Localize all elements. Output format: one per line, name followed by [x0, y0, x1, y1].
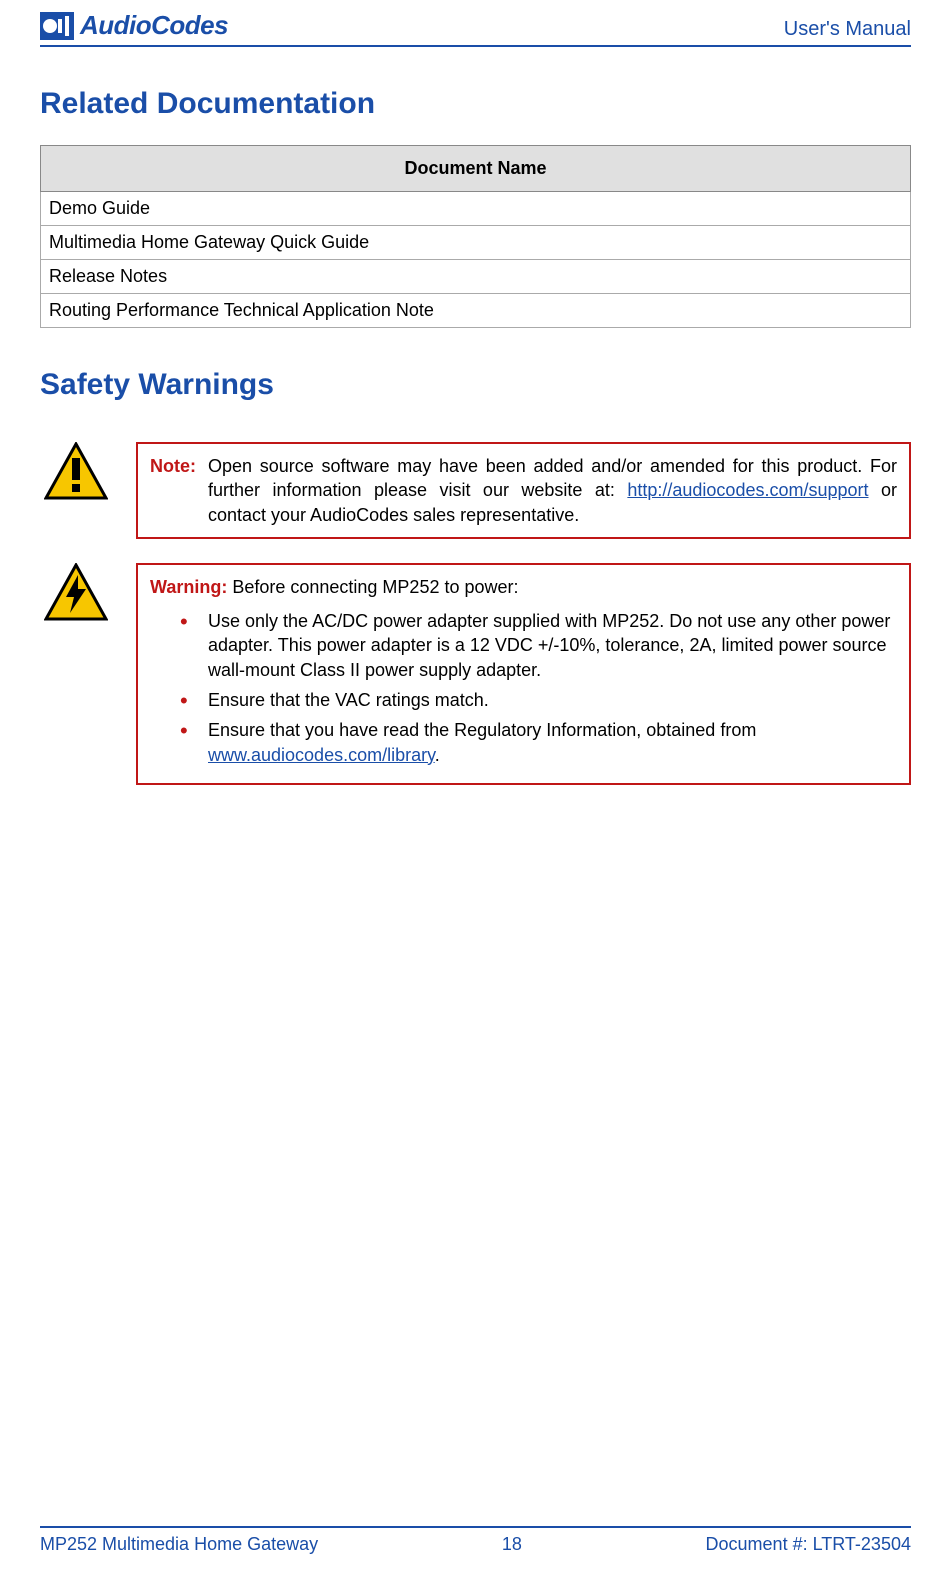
bullet3-after: . — [435, 745, 440, 765]
note-label: Note: — [150, 454, 208, 527]
bullet3-link[interactable]: www.audiocodes.com/library — [208, 745, 435, 765]
warning-intro: Before connecting MP252 to power: — [227, 577, 518, 597]
footer-right: Document #: LTRT-23504 — [706, 1534, 911, 1555]
warning-bullet-list: Use only the AC/DC power adapter supplie… — [180, 609, 897, 767]
table-cell: Release Notes — [41, 260, 911, 294]
heading-safety-warnings: Safety Warnings — [40, 368, 911, 402]
page-content: AudioCodes User's Manual Related Documen… — [0, 0, 951, 785]
warning-callout: Warning: Before connecting MP252 to powe… — [40, 563, 911, 785]
header-right-text: User's Manual — [784, 18, 911, 41]
list-item: Ensure that the VAC ratings match. — [180, 688, 897, 712]
table-row: Release Notes — [41, 260, 911, 294]
warning-box: Warning: Before connecting MP252 to powe… — [136, 563, 911, 785]
page-footer: MP252 Multimedia Home Gateway 18 Documen… — [40, 1526, 911, 1555]
bullet3-before: Ensure that you have read the Regulatory… — [208, 720, 756, 740]
footer-page-number: 18 — [502, 1534, 522, 1555]
note-link[interactable]: http://audiocodes.com/support — [627, 480, 868, 500]
footer-left: MP252 Multimedia Home Gateway — [40, 1534, 318, 1555]
note-box: Note: Open source software may have been… — [136, 442, 911, 539]
table-row: Demo Guide — [41, 192, 911, 226]
note-callout: Note: Open source software may have been… — [40, 442, 911, 539]
list-item: Ensure that you have read the Regulatory… — [180, 718, 897, 767]
note-text: Open source software may have been added… — [208, 454, 897, 527]
warning-intro-line: Warning: Before connecting MP252 to powe… — [150, 575, 897, 599]
warning-label: Warning: — [150, 577, 227, 597]
related-documents-table: Document Name Demo Guide Multimedia Home… — [40, 145, 911, 328]
audiocodes-mark-icon — [40, 12, 74, 40]
brand-logo: AudioCodes — [40, 10, 228, 41]
list-item: Use only the AC/DC power adapter supplie… — [180, 609, 897, 682]
heading-related-documentation: Related Documentation — [40, 87, 911, 121]
table-cell: Demo Guide — [41, 192, 911, 226]
electric-shock-icon — [40, 563, 112, 621]
table-row: Routing Performance Technical Applicatio… — [41, 294, 911, 328]
warning-triangle-icon — [40, 442, 112, 500]
table-header: Document Name — [41, 146, 911, 192]
table-cell: Routing Performance Technical Applicatio… — [41, 294, 911, 328]
page-header: AudioCodes User's Manual — [40, 10, 911, 47]
table-row: Multimedia Home Gateway Quick Guide — [41, 226, 911, 260]
brand-name: AudioCodes — [80, 10, 228, 41]
table-cell: Multimedia Home Gateway Quick Guide — [41, 226, 911, 260]
